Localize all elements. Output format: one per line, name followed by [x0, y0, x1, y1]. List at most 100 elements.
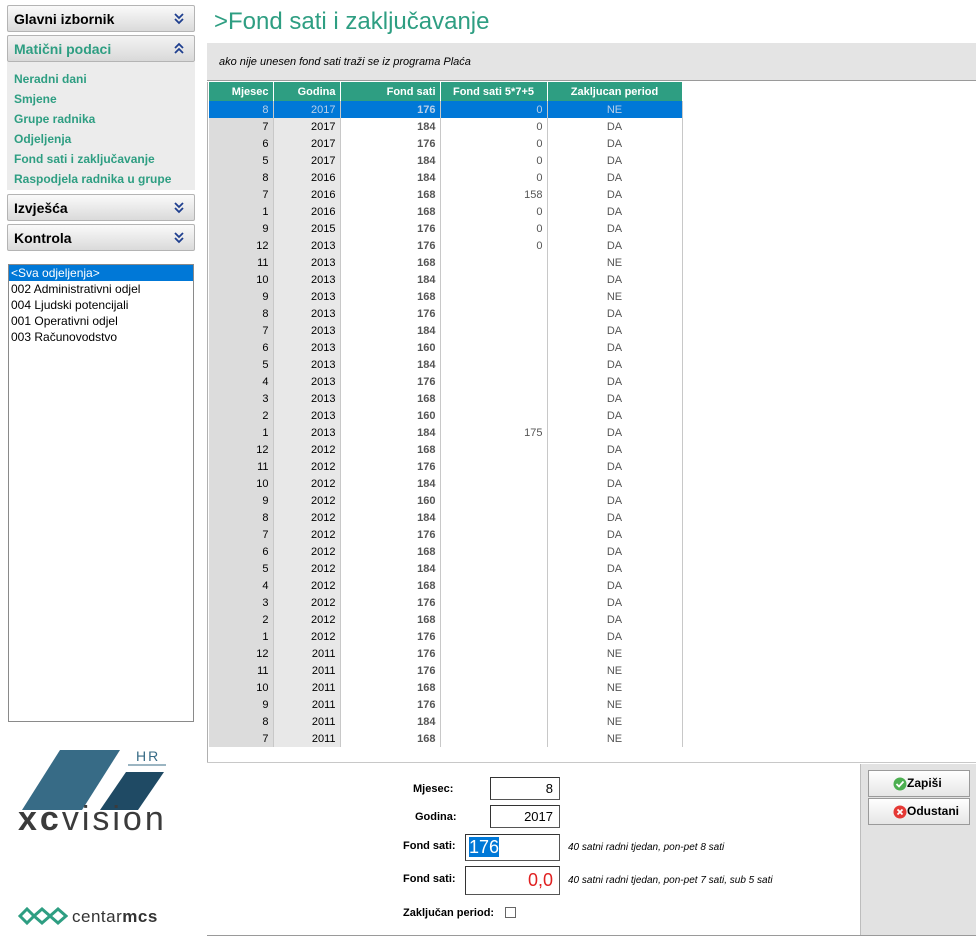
- table-row[interactable]: 8 2011 184 NE: [209, 713, 683, 730]
- menu-item-neradni-dani[interactable]: Neradni dani: [14, 72, 87, 86]
- section-maticni-podaci[interactable]: Matični podaci: [7, 35, 195, 62]
- menu-item-raspodjela-radnika[interactable]: Raspodjela radnika u grupe: [14, 172, 171, 186]
- table-row[interactable]: 2 2013 160 DA: [209, 407, 683, 424]
- zakljucan-period-cell: DA: [547, 543, 683, 560]
- fond-sati-cell: 176: [340, 373, 441, 390]
- column-header-godina[interactable]: Godina: [273, 82, 341, 101]
- godina-cell: 2017: [273, 118, 341, 135]
- zakljucan-period-cell: DA: [547, 152, 683, 169]
- section-izvjesca[interactable]: Izvješća: [7, 194, 195, 221]
- table-row[interactable]: 12 2013 176 0 DA: [209, 237, 683, 254]
- table-row[interactable]: 7 2012 176 DA: [209, 526, 683, 543]
- table-row[interactable]: 6 2012 168 DA: [209, 543, 683, 560]
- table-row[interactable]: 5 2017 184 0 DA: [209, 152, 683, 169]
- fond-sati-cell: 176: [340, 628, 441, 645]
- menu-item-grupe-radnika[interactable]: Grupe radnika: [14, 112, 95, 126]
- fond-sati-5-7-5-cell: 0: [440, 237, 548, 254]
- table-row[interactable]: 3 2012 176 DA: [209, 594, 683, 611]
- table-row[interactable]: 9 2011 176 NE: [209, 696, 683, 713]
- fond-sati-cell: 168: [340, 186, 441, 203]
- mjesec-cell: 8: [209, 169, 274, 186]
- zakljucan-period-checkbox[interactable]: [505, 907, 516, 918]
- table-row[interactable]: 11 2013 168 NE: [209, 254, 683, 271]
- table-row[interactable]: 7 2016 168 158 DA: [209, 186, 683, 203]
- table-row[interactable]: 10 2013 184 DA: [209, 271, 683, 288]
- column-header-zakljucan-period[interactable]: Zakljucan period: [547, 82, 683, 101]
- mjesec-field[interactable]: 8: [490, 777, 560, 800]
- godina-cell: 2016: [273, 169, 341, 186]
- department-list[interactable]: <Sva odjeljenja> 002 Administrativni odj…: [8, 264, 194, 722]
- fond-sati-cell: 184: [340, 271, 441, 288]
- table-row[interactable]: 7 2017 184 0 DA: [209, 118, 683, 135]
- table-row[interactable]: 8 2017 176 0 NE: [209, 101, 683, 118]
- zakljucan-period-cell: DA: [547, 135, 683, 152]
- fond-sati-cell: 184: [340, 356, 441, 373]
- data-grid[interactable]: Mjesec Godina Fond sati Fond sati 5*7+5 …: [207, 82, 976, 762]
- table-row[interactable]: 7 2013 184 DA: [209, 322, 683, 339]
- table-row[interactable]: 8 2016 184 0 DA: [209, 169, 683, 186]
- cancel-button[interactable]: Odustani: [868, 798, 970, 825]
- fond-sati-cell: 168: [340, 543, 441, 560]
- department-item[interactable]: 001 Operativni odjel: [9, 313, 193, 329]
- menu-item-smjene[interactable]: Smjene: [14, 92, 57, 106]
- table-row[interactable]: 8 2012 184 DA: [209, 509, 683, 526]
- table-row[interactable]: 9 2015 176 0 DA: [209, 220, 683, 237]
- table-row[interactable]: 4 2013 176 DA: [209, 373, 683, 390]
- table-row[interactable]: 12 2011 176 NE: [209, 645, 683, 662]
- godina-cell: 2011: [273, 696, 341, 713]
- fond-sati-5-7-5-field[interactable]: 0,0: [465, 866, 560, 895]
- department-item[interactable]: 004 Ljudski potencijali: [9, 297, 193, 313]
- department-item[interactable]: <Sva odjeljenja>: [9, 265, 193, 281]
- zakljucan-period-cell: DA: [547, 577, 683, 594]
- column-header-fond-sati-5-7-5[interactable]: Fond sati 5*7+5: [440, 82, 548, 101]
- table-row[interactable]: 6 2013 160 DA: [209, 339, 683, 356]
- table-row[interactable]: 8 2013 176 DA: [209, 305, 683, 322]
- mjesec-cell: 7: [209, 526, 274, 543]
- table-row[interactable]: 5 2012 184 DA: [209, 560, 683, 577]
- godina-cell: 2013: [273, 339, 341, 356]
- fond-sati-cell: 160: [340, 407, 441, 424]
- table-row[interactable]: 10 2012 184 DA: [209, 475, 683, 492]
- table-row[interactable]: 6 2017 176 0 DA: [209, 135, 683, 152]
- table-row[interactable]: 4 2012 168 DA: [209, 577, 683, 594]
- godina-cell: 2017: [273, 101, 341, 118]
- column-header-mjesec[interactable]: Mjesec: [209, 82, 274, 101]
- table-row[interactable]: 5 2013 184 DA: [209, 356, 683, 373]
- table-row[interactable]: 9 2012 160 DA: [209, 492, 683, 509]
- table-row[interactable]: 1 2016 168 0 DA: [209, 203, 683, 220]
- table-row[interactable]: 3 2013 168 DA: [209, 390, 683, 407]
- table-row[interactable]: 12 2012 168 DA: [209, 441, 683, 458]
- fond-sati-5-7-5-cell: [440, 288, 548, 305]
- section-glavni-izbornik[interactable]: Glavni izbornik: [7, 5, 195, 32]
- column-header-fond-sati[interactable]: Fond sati: [340, 82, 441, 101]
- table-row[interactable]: 2 2012 168 DA: [209, 611, 683, 628]
- godina-field[interactable]: 2017: [490, 805, 560, 828]
- fond-sati-cell: 168: [340, 254, 441, 271]
- fond-sati-cell: 184: [340, 475, 441, 492]
- table-row[interactable]: 1 2013 184 175 DA: [209, 424, 683, 441]
- cancel-icon: [893, 805, 907, 819]
- department-item[interactable]: 002 Administrativni odjel: [9, 281, 193, 297]
- fond-sati-hint: 40 satni radni tjedan, pon-pet 8 sati: [568, 842, 725, 853]
- mjesec-cell: 7: [209, 322, 274, 339]
- centarmcs-logo-text: centarmcs: [72, 907, 158, 927]
- menu-item-odjeljenja[interactable]: Odjeljenja: [14, 132, 71, 146]
- godina-cell: 2015: [273, 220, 341, 237]
- table-row[interactable]: 1 2012 176 DA: [209, 628, 683, 645]
- menu-item-fond-sati[interactable]: Fond sati i zaključavanje: [14, 152, 155, 166]
- table-row[interactable]: 11 2012 176 DA: [209, 458, 683, 475]
- table-row[interactable]: 10 2011 168 NE: [209, 679, 683, 696]
- table-row[interactable]: 9 2013 168 NE: [209, 288, 683, 305]
- mjesec-cell: 11: [209, 662, 274, 679]
- fond-sati-field[interactable]: 176: [465, 834, 560, 861]
- godina-cell: 2011: [273, 645, 341, 662]
- table-row[interactable]: 7 2011 168 NE: [209, 730, 683, 747]
- godina-cell: 2012: [273, 458, 341, 475]
- fond-sati-cell: 168: [340, 390, 441, 407]
- section-kontrola[interactable]: Kontrola: [7, 224, 195, 251]
- section-label: Glavni izbornik: [14, 11, 115, 27]
- department-item[interactable]: 003 Računovodstvo: [9, 329, 193, 345]
- zakljucan-period-cell: DA: [547, 424, 683, 441]
- save-button[interactable]: Zapiši: [868, 770, 970, 797]
- table-row[interactable]: 11 2011 176 NE: [209, 662, 683, 679]
